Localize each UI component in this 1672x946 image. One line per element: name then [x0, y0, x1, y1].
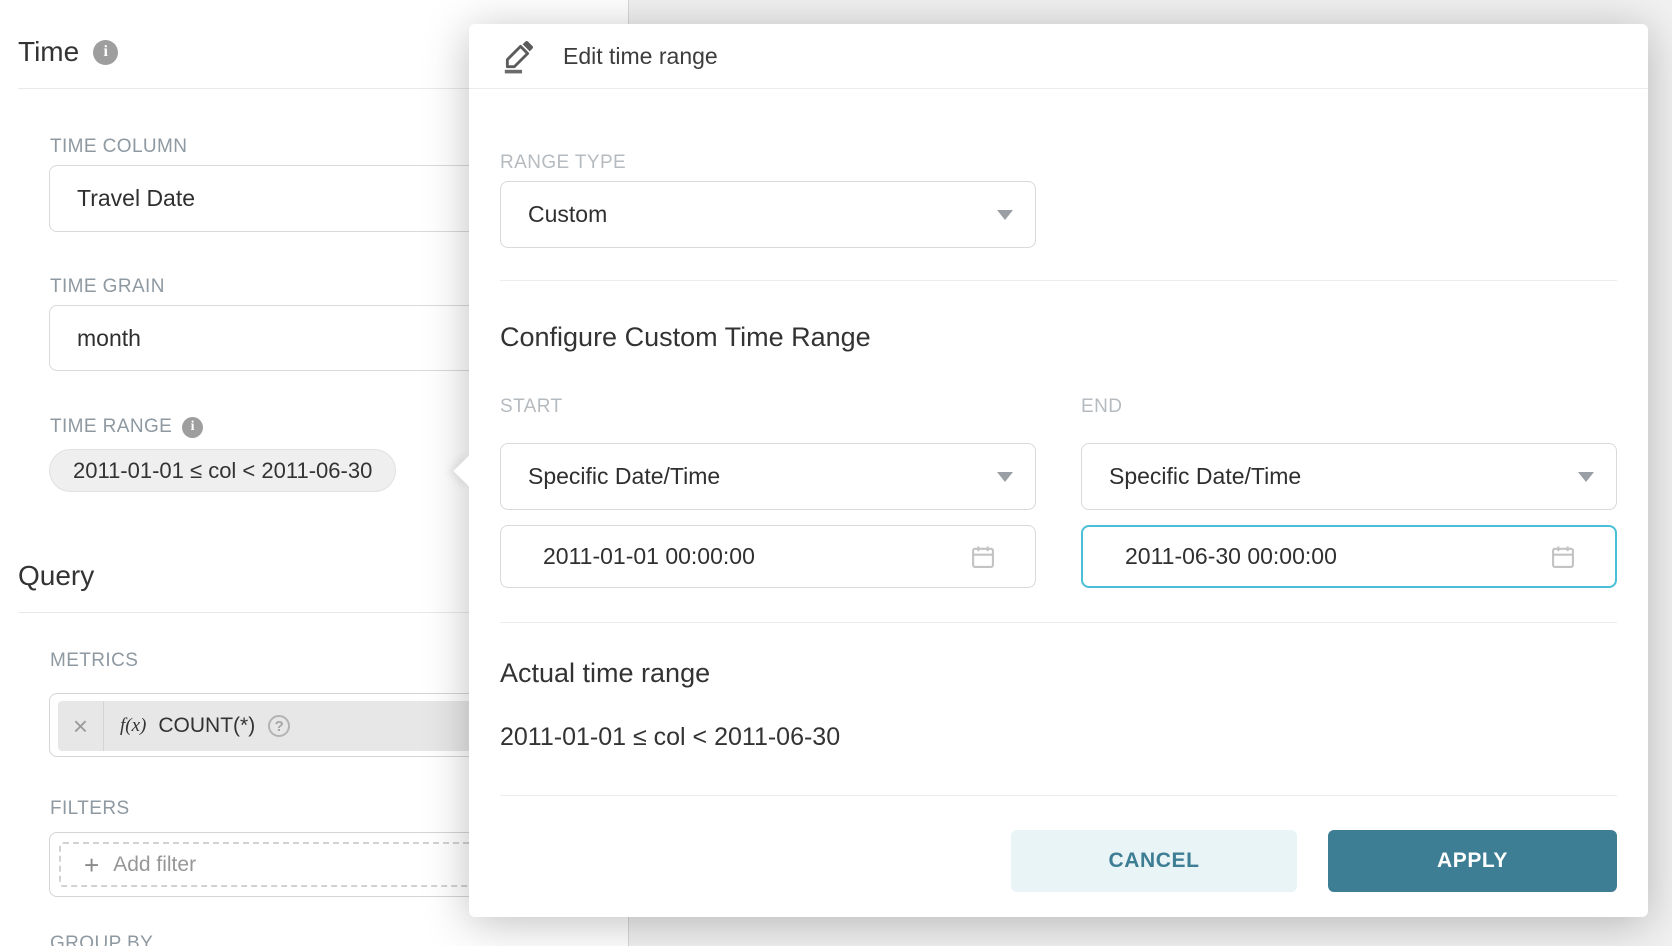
start-label: START	[500, 396, 563, 418]
chevron-down-icon	[997, 472, 1013, 482]
end-mode-select[interactable]: Specific Date/Time	[1081, 443, 1617, 510]
end-datetime-value: 2011-06-30 00:00:00	[1125, 543, 1337, 570]
time-column-value: Travel Date	[77, 185, 195, 212]
calendar-icon[interactable]	[969, 543, 997, 571]
function-icon: f(x)	[120, 715, 146, 737]
start-datetime-input[interactable]: 2011-01-01 00:00:00	[500, 525, 1036, 588]
start-datetime-value: 2011-01-01 00:00:00	[543, 543, 755, 570]
modal-divider	[500, 280, 1617, 281]
range-type-label: RANGE TYPE	[500, 152, 626, 174]
modal-divider	[500, 622, 1617, 623]
query-section-title: Query	[18, 560, 94, 592]
add-filter-label: Add filter	[113, 853, 196, 877]
chevron-down-icon	[997, 210, 1013, 220]
plus-icon: +	[84, 852, 99, 878]
time-grain-value: month	[77, 325, 141, 352]
time-range-pill[interactable]: 2011-01-01 ≤ col < 2011-06-30	[49, 449, 396, 492]
range-type-select[interactable]: Custom	[500, 181, 1036, 248]
popover-title: Edit time range	[563, 43, 718, 70]
group-by-label: GROUP BY	[50, 933, 153, 946]
chevron-down-icon	[1578, 472, 1594, 482]
range-type-value: Custom	[528, 201, 607, 228]
time-section-title: Time i	[18, 36, 118, 68]
actual-time-range-heading: Actual time range	[500, 658, 710, 689]
metrics-label: METRICS	[50, 650, 138, 672]
start-mode-select[interactable]: Specific Date/Time	[500, 443, 1036, 510]
remove-metric-icon[interactable]: ×	[58, 701, 104, 751]
configure-heading: Configure Custom Time Range	[500, 322, 871, 353]
end-mode-value: Specific Date/Time	[1109, 463, 1301, 490]
edit-time-range-popover: Edit time range RANGE TYPE Custom Config…	[469, 24, 1648, 917]
metric-chip-label: COUNT(*)	[158, 714, 255, 738]
modal-divider	[500, 795, 1617, 796]
filters-label: FILTERS	[50, 798, 130, 820]
actual-time-range-value: 2011-01-01 ≤ col < 2011-06-30	[500, 723, 840, 752]
apply-button[interactable]: APPLY	[1328, 830, 1617, 892]
info-icon[interactable]: i	[93, 40, 118, 65]
time-range-label: TIME RANGE i	[50, 416, 203, 438]
cancel-button[interactable]: CANCEL	[1011, 830, 1297, 892]
start-mode-value: Specific Date/Time	[528, 463, 720, 490]
time-section-title-text: Time	[18, 36, 79, 68]
calendar-icon[interactable]	[1549, 543, 1577, 571]
time-range-label-text: TIME RANGE	[50, 416, 172, 438]
popover-header: Edit time range	[469, 24, 1648, 89]
query-section-title-text: Query	[18, 560, 94, 592]
help-icon[interactable]: ?	[268, 715, 290, 737]
edit-pencil-icon	[500, 38, 536, 74]
end-datetime-input[interactable]: 2011-06-30 00:00:00	[1081, 525, 1617, 588]
time-column-label: TIME COLUMN	[50, 136, 187, 158]
end-label: END	[1081, 396, 1122, 418]
info-icon[interactable]: i	[182, 417, 203, 438]
time-grain-label: TIME GRAIN	[50, 276, 165, 298]
